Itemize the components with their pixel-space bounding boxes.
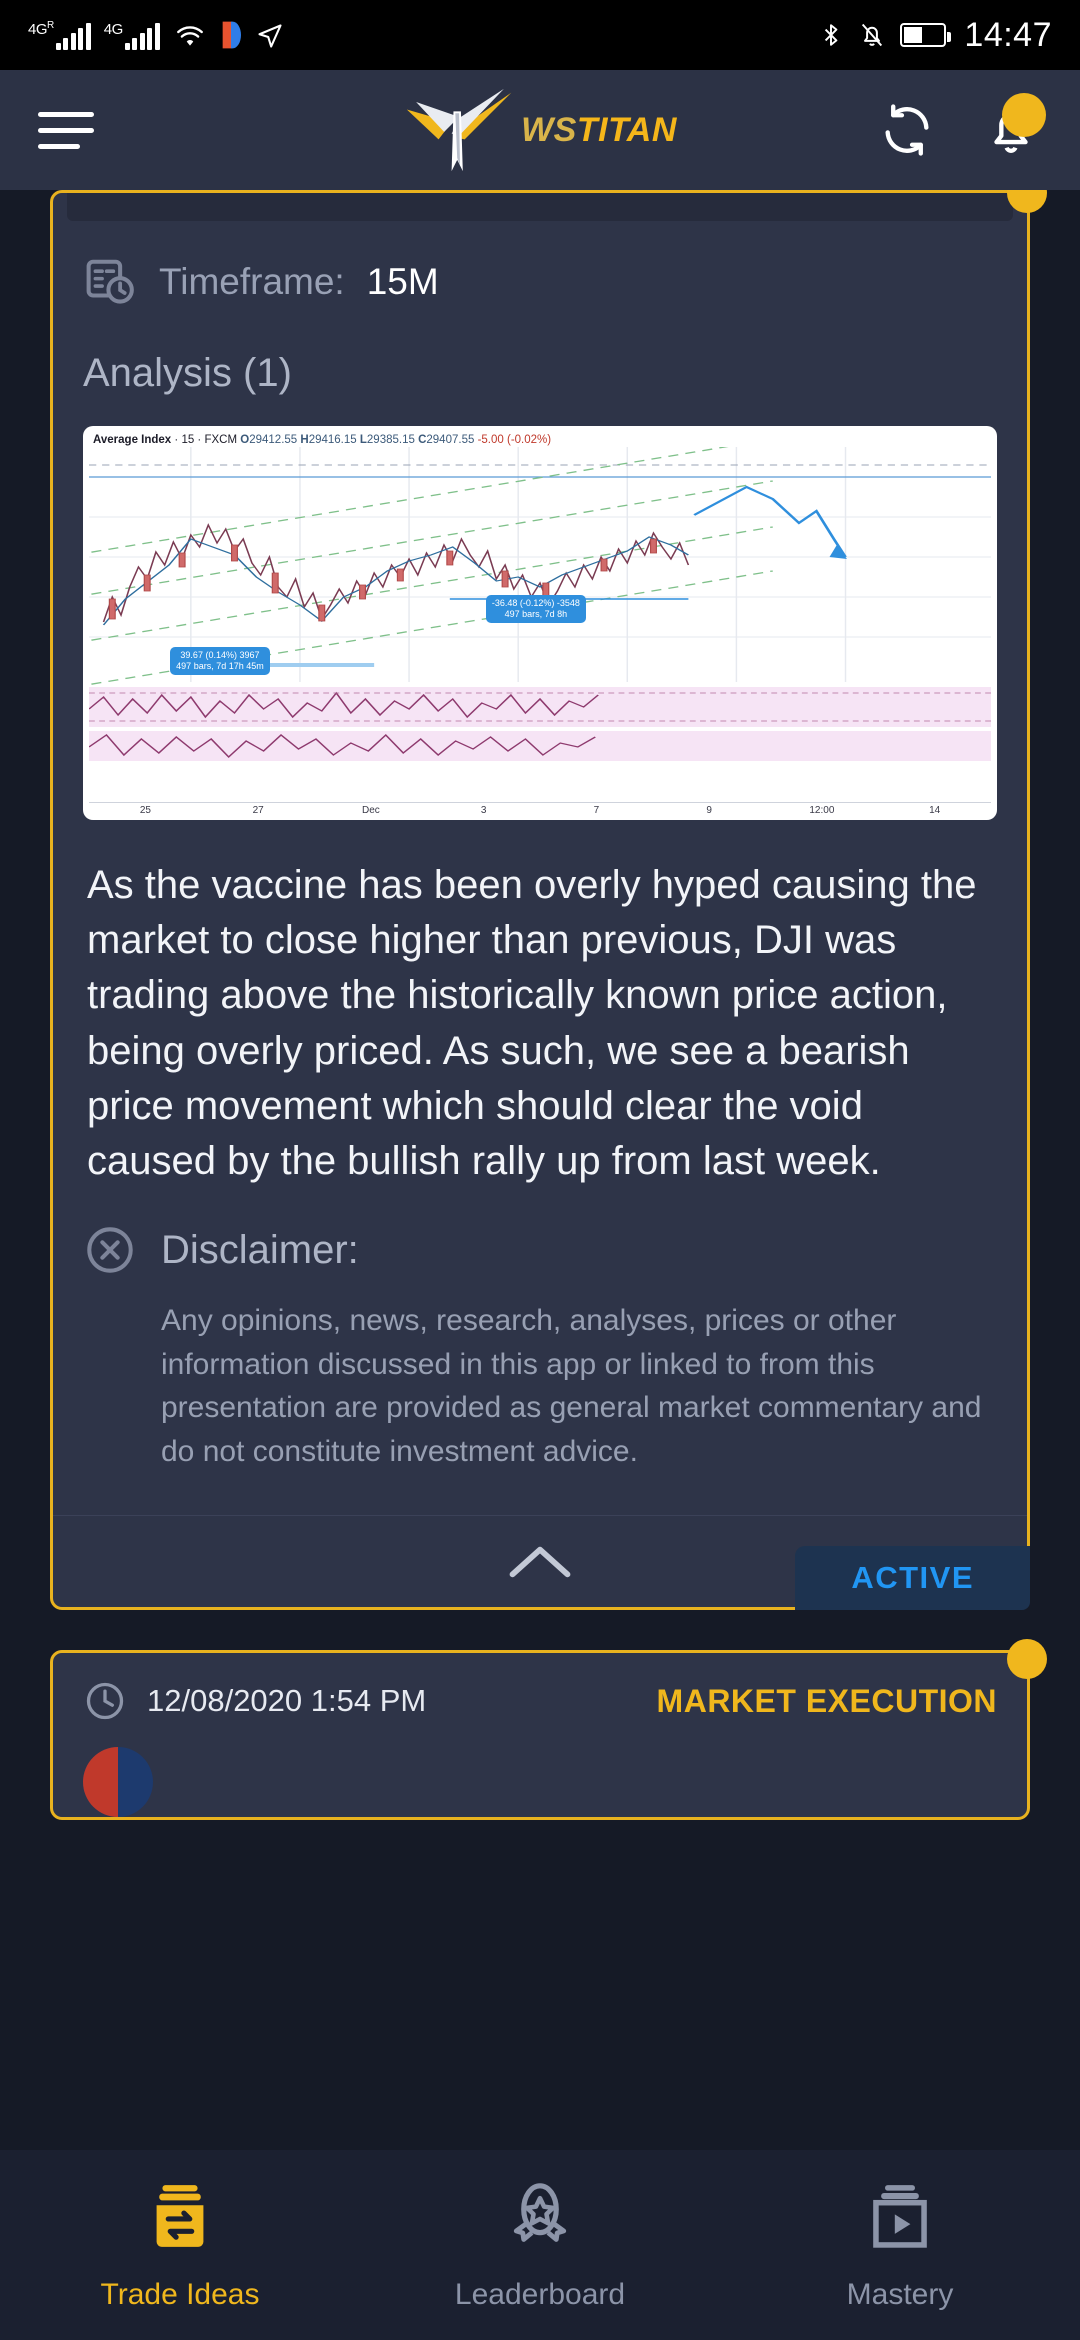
analysis-heading: Analysis (1) bbox=[83, 351, 292, 395]
card-corner-handle[interactable] bbox=[1007, 190, 1047, 213]
app-screen: 4GR 4G 14:47 WSTITAN Timeframe: 15M Anal… bbox=[0, 0, 1080, 2340]
clock-icon bbox=[86, 1682, 124, 1720]
timeframe-icon bbox=[86, 259, 134, 304]
location-icon bbox=[258, 24, 282, 48]
disclaimer-title: Disclaimer: bbox=[161, 1227, 359, 1272]
nav-label: Mastery bbox=[846, 2278, 954, 2311]
wifi-icon bbox=[176, 26, 203, 46]
chart-annotation-1: 39.67 (0.14%) 3967 497 bars, 7d 17h 45m bbox=[170, 646, 270, 676]
refresh-button[interactable] bbox=[876, 99, 938, 161]
android-status-bar: 4GR 4G 14:47 bbox=[0, 0, 1080, 70]
scroll-content[interactable]: Timeframe: 15M Analysis (1) Average Inde… bbox=[0, 190, 1080, 2150]
nav-item-leaderboard[interactable]: Leaderboard bbox=[360, 2178, 720, 2312]
battery-icon bbox=[900, 23, 952, 47]
status-badge: ACTIVE bbox=[795, 1546, 1030, 1611]
refresh-icon bbox=[885, 104, 929, 156]
notifications-button[interactable] bbox=[980, 93, 1046, 161]
status-clock: 14:47 bbox=[964, 15, 1052, 54]
signal-secondary-icon: 4G bbox=[104, 20, 160, 50]
timeframe-value: 15M bbox=[366, 261, 439, 302]
analysis-body: As the vaccine has been overly hyped cau… bbox=[87, 863, 977, 1183]
mute-icon bbox=[862, 23, 883, 47]
nav-label: Leaderboard bbox=[454, 2278, 626, 2311]
trade-ideas-icon bbox=[156, 2185, 204, 2247]
app-header: WSTITAN bbox=[0, 70, 1080, 190]
chart-x-axis: 25 27 Dec 3 7 9 12:00 14 bbox=[89, 802, 991, 816]
card-top-strip bbox=[67, 193, 1013, 221]
card-timestamp-row: 12/08/2020 1:54 PM MARKET EXECUTION bbox=[53, 1653, 1027, 1723]
header-actions bbox=[876, 93, 1046, 161]
x-tick: 14 bbox=[929, 805, 941, 816]
notification-badge bbox=[1002, 93, 1046, 137]
tradingview-chart: Average Index · 15 · FXCM O29412.55 H294… bbox=[89, 432, 991, 802]
disclaimer-header: Disclaimer: bbox=[53, 1189, 1027, 1277]
x-tick: 7 bbox=[593, 805, 600, 816]
avatar bbox=[83, 1747, 153, 1818]
mastery-video-icon bbox=[873, 2185, 927, 2248]
disclaimer-body: Any opinions, news, research, analyses, … bbox=[161, 1304, 982, 1468]
chart-container[interactable]: Average Index · 15 · FXCM O29412.55 H294… bbox=[83, 426, 997, 820]
bottom-navigation: Trade Ideas Leaderboard Mastery bbox=[0, 2150, 1080, 2340]
timeframe-label: Timeframe: bbox=[159, 261, 345, 302]
card-footer: ACTIVE bbox=[53, 1515, 1030, 1611]
timeframe-row: Timeframe: 15M bbox=[53, 221, 1027, 309]
titan-bird-logo-icon bbox=[406, 88, 512, 172]
app-icon bbox=[222, 21, 241, 49]
chevron-up-icon[interactable] bbox=[507, 1541, 573, 1583]
brand-text: WSTITAN bbox=[521, 110, 677, 149]
status-left-icons: 4GR 4G bbox=[28, 20, 285, 50]
chart-annotation-2: -36.48 (-0.12%) -3548 497 bars, 7d 8h bbox=[485, 594, 586, 624]
x-tick: Dec bbox=[361, 805, 380, 816]
x-tick: 27 bbox=[252, 805, 264, 816]
nav-label: Trade Ideas bbox=[100, 2278, 260, 2311]
bluetooth-icon bbox=[825, 24, 838, 46]
signal-primary-icon: 4GR bbox=[28, 20, 91, 50]
card-corner-handle[interactable] bbox=[1007, 1639, 1047, 1680]
leaderboard-rocket-icon bbox=[513, 2183, 567, 2242]
x-tick: 9 bbox=[706, 805, 712, 816]
trade-idea-card: Timeframe: 15M Analysis (1) Average Inde… bbox=[50, 190, 1047, 1611]
x-tick: 25 bbox=[139, 805, 151, 816]
nav-item-trade-ideas[interactable]: Trade Ideas bbox=[0, 2178, 360, 2312]
execution-type-label: MARKET EXECUTION bbox=[656, 1682, 997, 1719]
circle-x-icon bbox=[87, 1227, 133, 1273]
nav-item-mastery[interactable]: Mastery bbox=[720, 2178, 1080, 2312]
status-right-icons: 14:47 bbox=[818, 16, 1052, 55]
x-tick: 3 bbox=[480, 805, 487, 816]
timestamp: 12/08/2020 1:54 PM bbox=[147, 1683, 427, 1719]
hamburger-menu-icon[interactable] bbox=[38, 111, 94, 149]
brand-logo: WSTITAN bbox=[403, 85, 677, 175]
trade-idea-card-next[interactable]: 12/08/2020 1:54 PM MARKET EXECUTION bbox=[50, 1639, 1047, 1821]
chart-header: Average Index · 15 · FXCM O29412.55 H294… bbox=[93, 434, 552, 446]
x-tick: 12:00 bbox=[809, 805, 835, 816]
